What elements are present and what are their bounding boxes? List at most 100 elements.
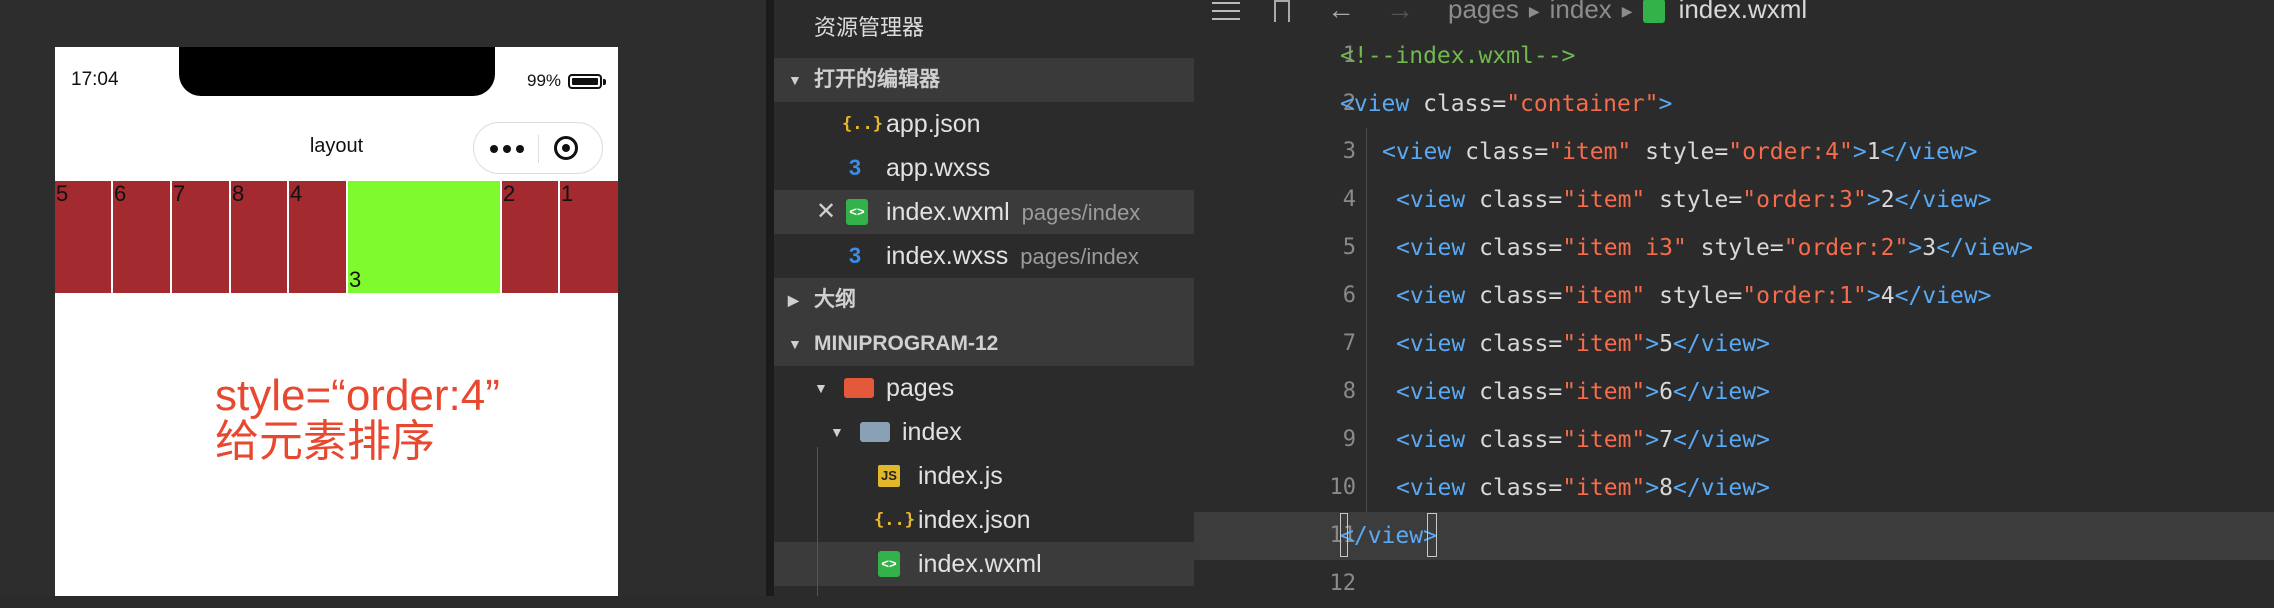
file-name: index.json (918, 506, 1031, 534)
status-time: 17:04 (71, 69, 119, 90)
token-end: </view> (1673, 379, 1770, 405)
token-attr1: class= (1465, 235, 1563, 261)
token-open: <view (1396, 187, 1466, 213)
code-text: <view class="item" style="order:4">1</vi… (1382, 128, 1978, 176)
wxml-icon: <> (878, 551, 900, 577)
breadcrumb-current[interactable]: index.wxml (1679, 0, 1808, 24)
tree-folder-pages[interactable]: ▼ pages (774, 366, 1194, 410)
token-open: <view (1382, 139, 1452, 165)
breadcrumb-item[interactable]: pages (1448, 0, 1519, 24)
panel-divider[interactable] (766, 0, 774, 596)
open-file-index-wxml[interactable]: ✕ <> index.wxml pages/index (774, 190, 1194, 234)
code-line[interactable]: 3 <view class="item" style="order:4">1</v… (1194, 128, 2274, 176)
token-attr1: class= (1409, 91, 1507, 117)
code-line[interactable]: 9 <view class="item">7</view> (1194, 416, 2274, 464)
chevron-right-icon: ▶ (1621, 2, 1633, 19)
project-name: MINIPROGRAM-12 (814, 332, 999, 355)
token-val1: "item" (1562, 379, 1646, 405)
token-attr1: class= (1465, 427, 1563, 453)
flex-item-2: 2 (502, 181, 560, 293)
token-open: <view (1396, 379, 1466, 405)
token-close: > (1645, 475, 1660, 501)
open-editors-header[interactable]: ▼ 打开的编辑器 (774, 58, 1194, 102)
tree-guide (817, 447, 818, 596)
tree-file-index-js[interactable]: JS index.js (774, 454, 1194, 498)
token-text: 6 (1659, 379, 1673, 405)
list-icon[interactable] (1212, 2, 1240, 20)
line-number: 4 (1342, 187, 1356, 212)
outline-header[interactable]: ▶ 大纲 (774, 278, 1194, 322)
code-line[interactable]: 1 <!--index.wxml--> (1194, 32, 2274, 80)
code-line[interactable]: 12 (1194, 560, 2274, 608)
line-number: 7 (1342, 331, 1356, 356)
token-val1: "container" (1506, 91, 1659, 117)
token-val2: "order:1" (1742, 283, 1867, 309)
bookmark-icon[interactable] (1274, 0, 1290, 22)
token-attr2: style= (1631, 139, 1729, 165)
open-file-app-wxss[interactable]: 3 app.wxss (774, 146, 1194, 190)
breadcrumb-item[interactable]: index (1550, 0, 1612, 24)
wxml-icon: <> (846, 199, 868, 225)
token-end: </view> (1880, 139, 1978, 165)
token-close: > (1866, 283, 1881, 309)
capsule-divider (538, 135, 539, 163)
code-line[interactable]: 8 <view class="item">6</view> (1194, 368, 2274, 416)
code-line[interactable]: 6 <view class="item" style="order:1">4</v… (1194, 272, 2274, 320)
token-end: </view> (1340, 523, 1437, 549)
code-line[interactable]: 5 <view class="item i3" style="order:2">3… (1194, 224, 2274, 272)
open-file-index-wxss[interactable]: 3 index.wxss pages/index (774, 234, 1194, 278)
token-open: <view (1396, 427, 1466, 453)
tree-file-index-json[interactable]: {..} index.json (774, 498, 1194, 542)
breadcrumb: pages ▶ index ▶ index.wxml (1448, 0, 1807, 25)
capsule-menu (473, 122, 603, 174)
token-attr2: style= (1645, 283, 1743, 309)
code-line[interactable]: 11 </view> (1194, 512, 2274, 560)
chevron-down-icon: ▼ (830, 424, 844, 440)
file-name: index.wxml (918, 550, 1042, 578)
back-arrow-icon[interactable]: ← (1327, 0, 1355, 26)
more-dots-icon[interactable] (488, 134, 528, 162)
line-number: 5 (1342, 235, 1356, 260)
forward-arrow-icon[interactable]: → (1386, 0, 1414, 26)
flex-item-4: 4 (289, 181, 348, 293)
code-text: <view class="item i3" style="order:2">3<… (1396, 224, 2033, 272)
token-attr2: style= (1686, 235, 1784, 261)
project-header[interactable]: ▼ MINIPROGRAM-12 (774, 322, 1194, 366)
close-target-icon[interactable] (554, 136, 578, 160)
code-editor[interactable]: ← → pages ▶ index ▶ index.wxml 1 <!--index.wx… (1194, 0, 2274, 596)
folder-icon (844, 378, 874, 398)
line-number: 8 (1342, 379, 1356, 404)
json-icon: {..} (842, 114, 883, 134)
bracket-match-open (1340, 513, 1348, 557)
token-end: </view> (1673, 427, 1770, 453)
file-name: index.wxml (886, 198, 1010, 226)
token-end: </view> (1673, 475, 1770, 501)
tree-file-index-wxml[interactable]: <> index.wxml (774, 542, 1194, 586)
tree-folder-index[interactable]: ▼ index (774, 410, 1194, 454)
folder-open-icon (860, 422, 890, 442)
token-close: > (1645, 427, 1660, 453)
line-number: 3 (1342, 139, 1356, 164)
code-line[interactable]: 2 <view class="container"> (1194, 80, 2274, 128)
code-text: <view class="item">8</view> (1396, 464, 1770, 512)
token-val2: "order:3" (1742, 187, 1867, 213)
token-attr1: class= (1465, 283, 1563, 309)
code-line[interactable]: 7 <view class="item">5</view> (1194, 320, 2274, 368)
flex-item-8: 8 (231, 181, 289, 293)
code-line[interactable]: 10 <view class="item">8</view> (1194, 464, 2274, 512)
js-icon: JS (878, 465, 900, 487)
explorer-panel: 资源管理器 ▼ 打开的编辑器 {..} app.json 3 app.wxss … (774, 0, 1194, 596)
token-end: </view> (1673, 331, 1770, 357)
token-val1: "item" (1562, 331, 1646, 357)
code-text: <view class="item" style="order:1">4</vi… (1396, 272, 1992, 320)
phone-notch (179, 47, 495, 96)
token-text: 7 (1659, 427, 1673, 453)
flex-item-1: 1 (560, 181, 618, 293)
open-file-app-json[interactable]: {..} app.json (774, 102, 1194, 146)
close-icon[interactable]: ✕ (816, 190, 836, 234)
code-line[interactable]: 4 <view class="item" style="order:3">2</v… (1194, 176, 2274, 224)
battery-icon (568, 74, 606, 89)
flex-item-6: 6 (113, 181, 172, 293)
token-end: </view> (1894, 283, 1992, 309)
token-close: > (1852, 139, 1867, 165)
